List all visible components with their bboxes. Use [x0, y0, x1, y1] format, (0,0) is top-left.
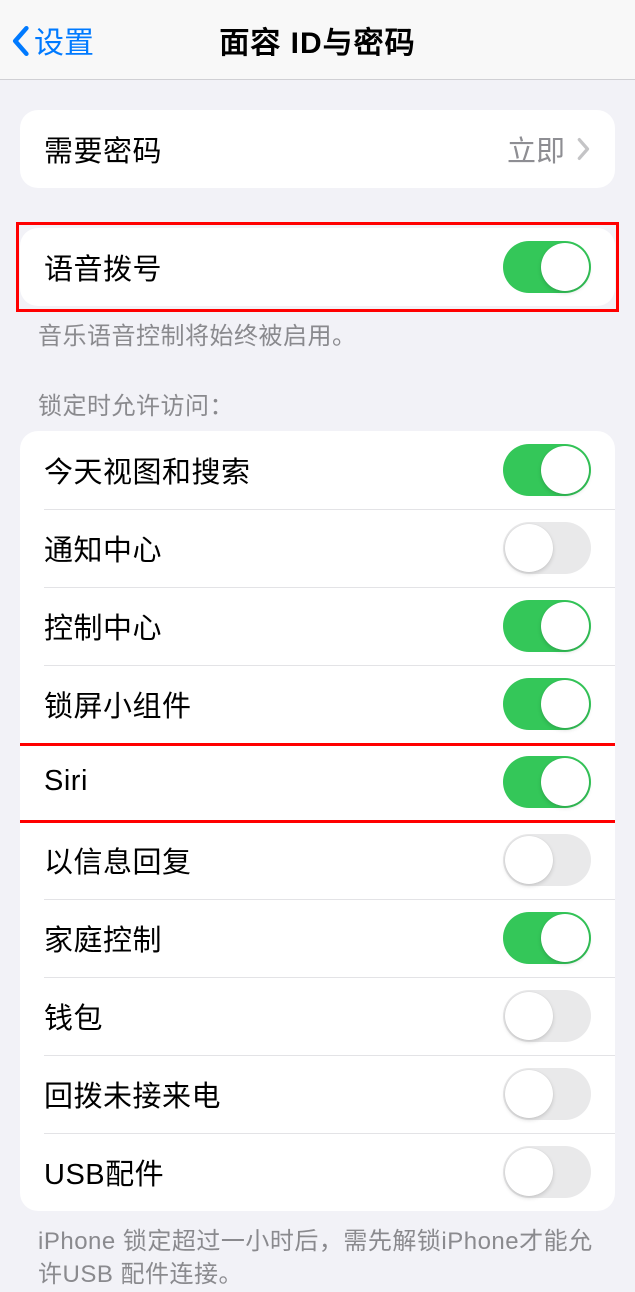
require-passcode-row[interactable]: 需要密码 立即	[20, 110, 615, 188]
lock-access-label: 今天视图和搜索	[44, 449, 503, 491]
voice-dial-label: 语音拨号	[44, 246, 503, 288]
page-title: 面容 ID与密码	[219, 18, 415, 62]
toggle-knob	[541, 680, 589, 728]
toggle-knob	[505, 1148, 553, 1196]
voice-dial-row: 语音拨号	[20, 228, 615, 306]
lock-access-label: Siri	[44, 765, 503, 798]
lock-access-row: 今天视图和搜索	[20, 431, 615, 509]
lock-access-toggle[interactable]	[503, 678, 591, 730]
lock-access-group: 今天视图和搜索通知中心控制中心锁屏小组件 Siri 以信息回复家庭控制钱包回拨未接来…	[20, 431, 615, 1211]
lock-access-toggle[interactable]	[503, 444, 591, 496]
voice-dial-footer: 音乐语音控制将始终被启用。	[0, 306, 635, 354]
lock-access-toggle[interactable]	[503, 834, 591, 886]
lock-access-label: 通知中心	[44, 527, 503, 569]
back-label: 设置	[34, 18, 94, 62]
lock-access-toggle[interactable]	[503, 600, 591, 652]
lock-access-toggle[interactable]	[503, 1146, 591, 1198]
lock-access-header: 锁定时允许访问：	[0, 354, 635, 431]
nav-header: 设置 面容 ID与密码	[0, 0, 635, 80]
chevron-right-icon	[577, 137, 591, 161]
require-passcode-value: 立即	[507, 128, 565, 170]
lock-access-label: 控制中心	[44, 605, 503, 647]
lock-access-footer: iPhone 锁定超过一小时后，需先解锁iPhone才能允许USB 配件连接。	[0, 1211, 635, 1292]
toggle-knob	[505, 1070, 553, 1118]
toggle-knob	[541, 446, 589, 494]
lock-access-row: USB配件	[20, 1133, 615, 1211]
lock-access-row: 家庭控制	[20, 899, 615, 977]
lock-access-toggle[interactable]	[503, 990, 591, 1042]
lock-access-label: USB配件	[44, 1151, 503, 1193]
lock-access-label: 家庭控制	[44, 917, 503, 959]
lock-access-label: 锁屏小组件	[44, 683, 503, 725]
lock-access-toggle[interactable]	[503, 912, 591, 964]
lock-access-row: 通知中心	[20, 509, 615, 587]
toggle-knob	[505, 992, 553, 1040]
lock-access-label: 以信息回复	[44, 839, 503, 881]
toggle-knob	[505, 524, 553, 572]
toggle-knob	[505, 836, 553, 884]
lock-access-toggle[interactable]	[503, 522, 591, 574]
lock-access-row: 以信息回复	[20, 821, 615, 899]
require-passcode-group: 需要密码 立即	[20, 110, 615, 188]
require-passcode-label: 需要密码	[44, 128, 507, 170]
toggle-knob	[541, 602, 589, 650]
lock-access-row: 钱包	[20, 977, 615, 1055]
toggle-knob	[541, 243, 589, 291]
lock-access-row: 锁屏小组件	[20, 665, 615, 743]
toggle-knob	[541, 758, 589, 806]
lock-access-label: 钱包	[44, 995, 503, 1037]
lock-access-row: Siri	[20, 743, 615, 821]
lock-access-row: 回拨未接来电	[20, 1055, 615, 1133]
lock-access-row: 控制中心	[20, 587, 615, 665]
voice-dial-toggle[interactable]	[503, 241, 591, 293]
chevron-left-icon	[10, 25, 30, 57]
lock-access-toggle[interactable]	[503, 1068, 591, 1120]
lock-access-toggle[interactable]	[503, 756, 591, 808]
toggle-knob	[541, 914, 589, 962]
lock-access-label: 回拨未接来电	[44, 1073, 503, 1115]
back-button[interactable]: 设置	[0, 18, 94, 62]
